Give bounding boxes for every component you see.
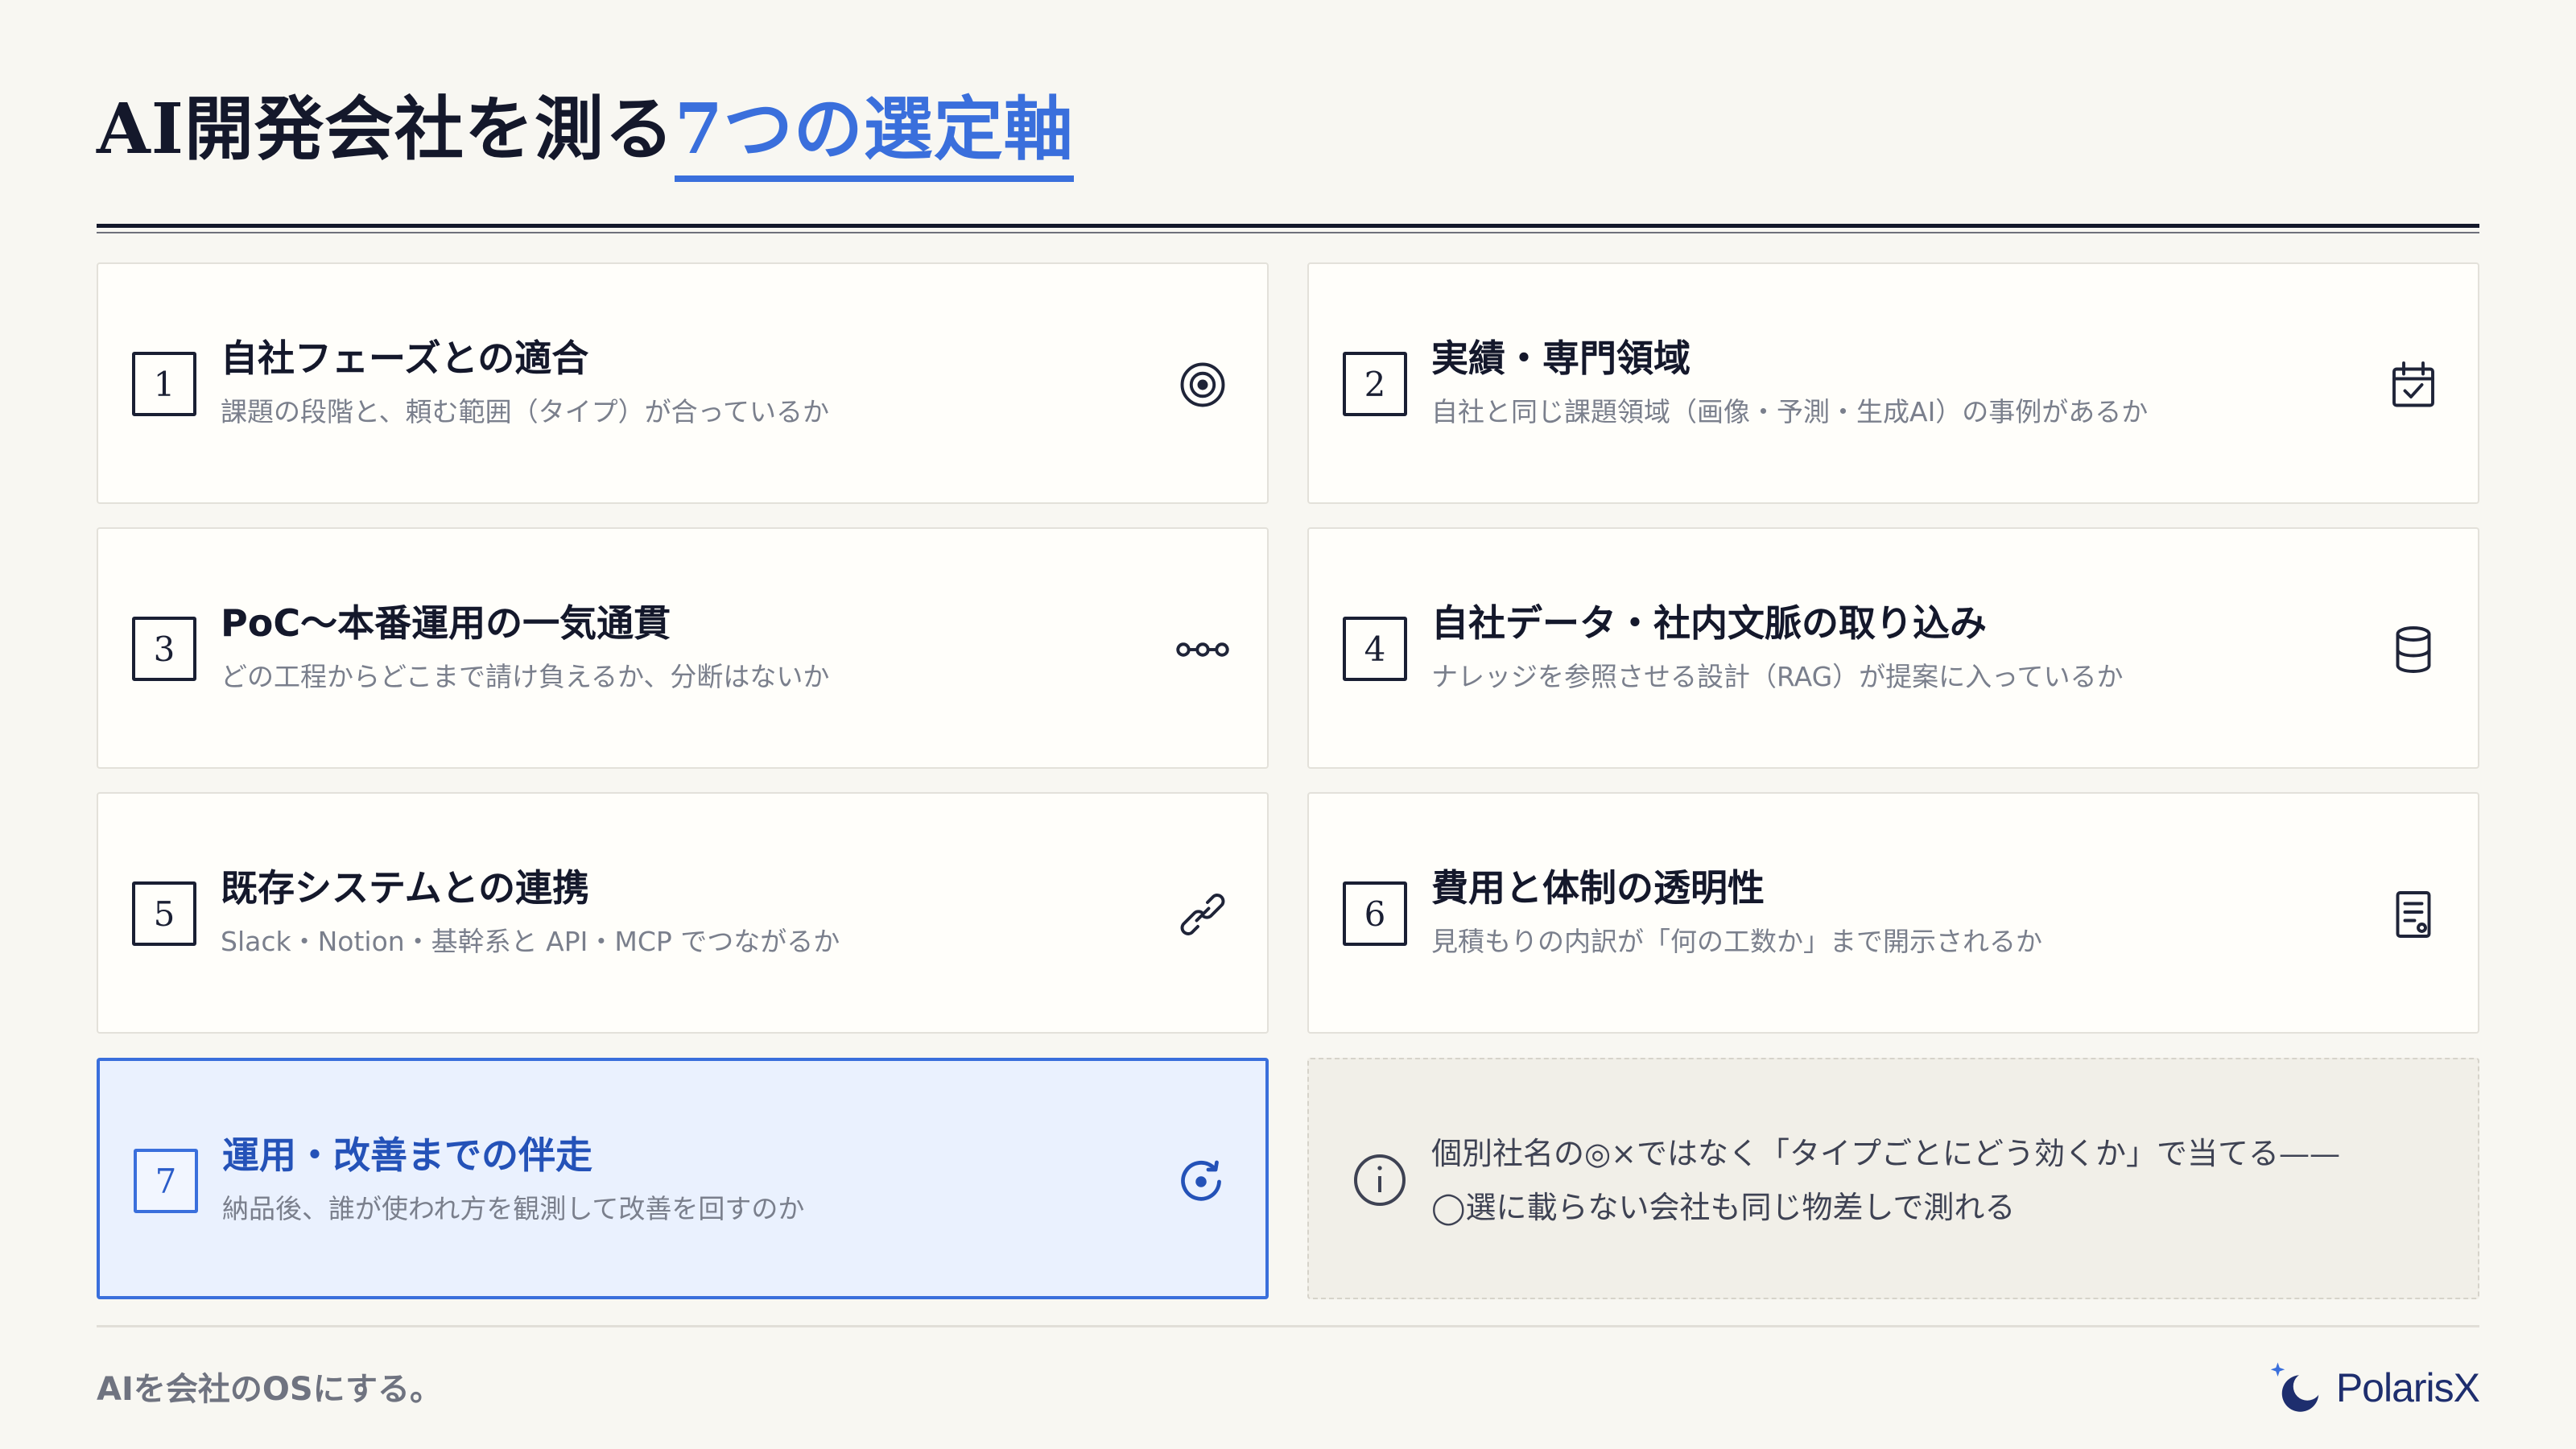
title-divider <box>97 224 2479 228</box>
title-divider-thin <box>97 232 2479 233</box>
criterion-card-2: 2 実績・専門領域 自社と同じ課題領域（画像・予測・生成AI）の事例があるか <box>1307 262 2479 504</box>
criterion-description: Slack・Notion・基幹系と API・MCP でつながるか <box>221 926 840 957</box>
note-text: 個別社名の◎×ではなく「タイプごとにどう効くか」で当てる—— ◯選に載らない会社… <box>1431 1127 2454 1235</box>
criterion-number: 5 <box>132 881 196 946</box>
info-icon <box>1348 1148 1412 1212</box>
page-title-accent: 7つの選定軸 <box>674 95 1074 182</box>
criterion-title: 費用と体制の透明性 <box>1431 866 1765 910</box>
note-line-2: ◯選に載らない会社も同じ物差しで測れる <box>1431 1190 2016 1225</box>
document-list-icon <box>2381 882 2446 947</box>
page-title-main: AI開発会社を測る <box>97 89 675 170</box>
polaris-logo-icon <box>2270 1362 2322 1412</box>
criterion-title: 運用・改善までの伴走 <box>222 1133 592 1177</box>
criterion-card-1: 1 自社フェーズとの適合 課題の段階と、頼む範囲（タイプ）が合っているか <box>97 262 1269 504</box>
link-icon <box>1170 882 1235 947</box>
criterion-number: 2 <box>1343 352 1407 416</box>
criterion-number: 6 <box>1343 881 1407 946</box>
target-icon <box>1170 353 1235 417</box>
criterion-card-6: 6 費用と体制の透明性 見積もりの内訳が「何の工数か」まで開示されるか <box>1307 792 2479 1034</box>
refresh-cycle-icon <box>1169 1150 1233 1214</box>
footer-tagline: AIを会社のOSにする。 <box>97 1371 443 1408</box>
criterion-description: ナレッジを参照させる設計（RAG）が提案に入っているか <box>1431 661 2124 692</box>
brand-name: PolarisX <box>2335 1365 2480 1410</box>
criterion-title: 実績・専門領域 <box>1431 336 1690 380</box>
criterion-number: 4 <box>1343 617 1407 681</box>
criterion-title: 自社フェーズとの適合 <box>221 336 589 380</box>
criterion-title: 既存システムとの連携 <box>221 866 590 910</box>
nodes-chain-icon <box>1170 617 1235 682</box>
criterion-description: 納品後、誰が使われ方を観測して改善を回すのか <box>222 1193 805 1224</box>
criterion-number: 1 <box>132 352 196 416</box>
criterion-card-5: 5 既存システムとの連携 Slack・Notion・基幹系と API・MCP で… <box>97 792 1269 1034</box>
criterion-description: 見積もりの内訳が「何の工数か」まで開示されるか <box>1431 926 2042 957</box>
note-line-1: 個別社名の◎×ではなく「タイプごとにどう効くか」で当てる—— <box>1431 1136 2340 1171</box>
footer-divider <box>97 1325 2479 1327</box>
criterion-title: 自社データ・社内文脈の取り込み <box>1431 601 1987 645</box>
criterion-number: 7 <box>134 1149 198 1213</box>
criterion-card-3: 3 PoC〜本番運用の一気通貫 どの工程からどこまで請け負えるか、分断はないか <box>97 527 1269 769</box>
criterion-description: どの工程からどこまで請け負えるか、分断はないか <box>221 661 830 692</box>
criterion-card-4: 4 自社データ・社内文脈の取り込み ナレッジを参照させる設計（RAG）が提案に入… <box>1307 527 2479 769</box>
page-title: AI開発会社を測る7つの選定軸 <box>97 95 1074 182</box>
brand-logo: PolarisX <box>2264 1354 2480 1422</box>
criterion-title: PoC〜本番運用の一気通貫 <box>221 601 671 645</box>
criterion-number: 3 <box>132 617 196 681</box>
database-icon <box>2381 617 2446 682</box>
calendar-check-icon <box>2381 353 2446 417</box>
criterion-card-7: 7 運用・改善までの伴走 納品後、誰が使われ方を観測して改善を回すのか <box>97 1058 1269 1299</box>
note-box: 個別社名の◎×ではなく「タイプごとにどう効くか」で当てる—— ◯選に載らない会社… <box>1307 1058 2479 1299</box>
criterion-description: 自社と同じ課題領域（画像・予測・生成AI）の事例があるか <box>1431 396 2149 427</box>
criterion-description: 課題の段階と、頼む範囲（タイプ）が合っているか <box>221 396 830 427</box>
